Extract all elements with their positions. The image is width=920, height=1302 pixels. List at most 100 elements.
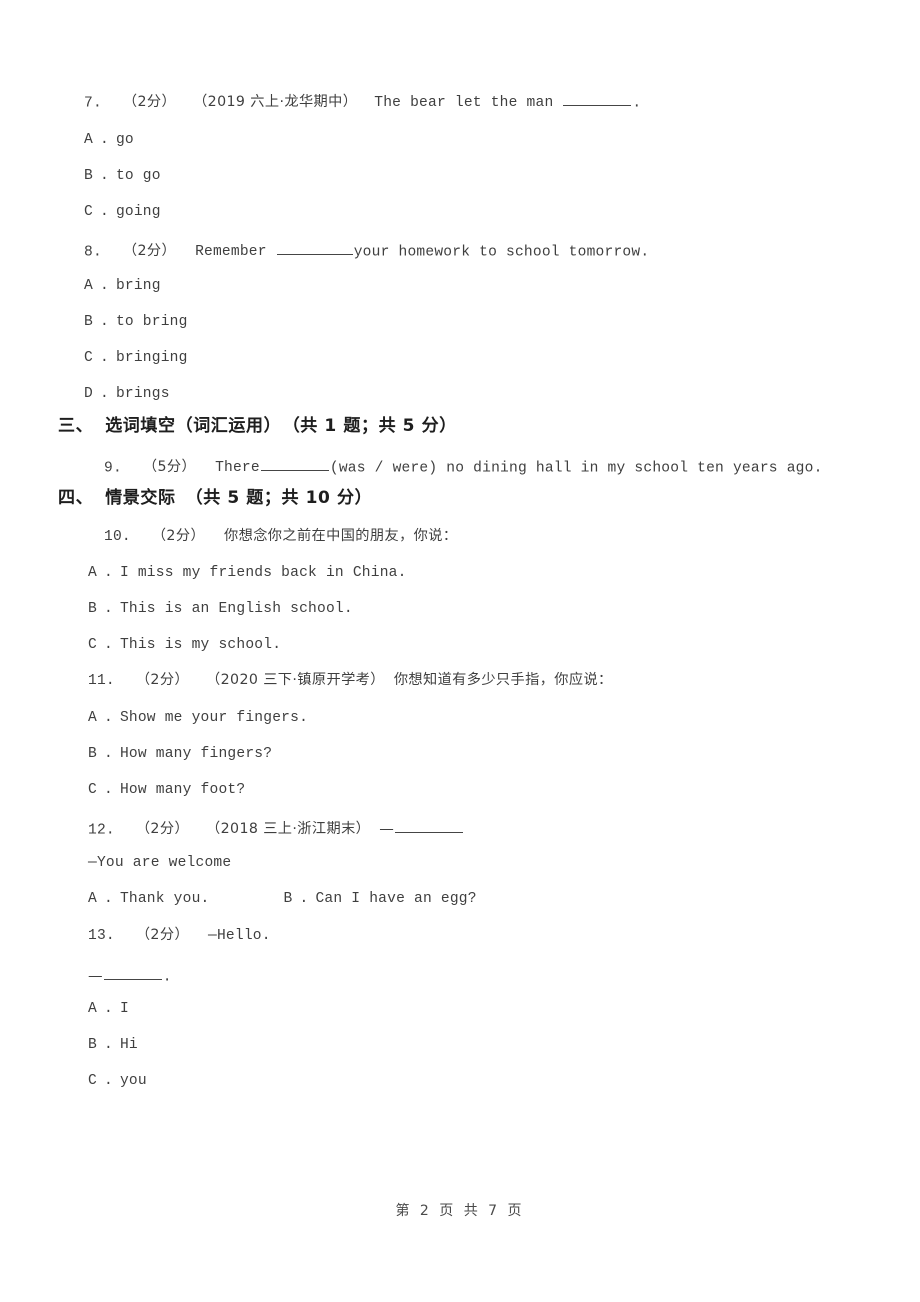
question-13-blank	[103, 966, 162, 981]
option-text: I miss my friends back in China.	[119, 565, 407, 581]
option-text: How many fingers?	[119, 746, 273, 762]
question-9-stem: 9. （5分） There (was / were) no dining hall…	[104, 457, 823, 476]
question-13-stem-text: —Hello.	[208, 928, 271, 944]
question-10-points: （2分）	[151, 528, 206, 544]
question-9-stem-tail: (was / were) no dining hall in my school…	[329, 460, 823, 477]
question-11-stem: 11. （2分） （2020 三下·镇原开学考） 你想知道有多少只手指，你应说：	[88, 673, 613, 689]
question-7-points: （2分）	[122, 94, 177, 111]
question-7-option-a[interactable]: A. go	[84, 133, 134, 148]
question-12-option-a[interactable]: A. Thank you.	[88, 891, 210, 907]
question-8-stem: 8. （2分） Remember your homework to school…	[84, 241, 649, 260]
option-label: C	[84, 350, 93, 366]
document-page: 7. （2分） （2019 六上·龙华期中） The bear let the …	[0, 0, 920, 1302]
option-label: C	[88, 637, 97, 653]
option-label: A	[84, 278, 93, 294]
option-text: bringing	[115, 350, 188, 366]
option-label: A	[88, 710, 97, 726]
question-11-number: 11.	[88, 673, 115, 689]
question-8-blank	[276, 241, 353, 256]
question-11-points: （2分）	[135, 672, 190, 688]
option-text: Hi	[119, 1037, 138, 1053]
option-text: to go	[115, 168, 161, 184]
option-text: going	[115, 204, 161, 220]
option-label: A	[88, 1001, 97, 1017]
question-11-option-b[interactable]: B. How many fingers?	[88, 747, 272, 762]
question-9-blank	[260, 457, 329, 472]
option-text: to bring	[115, 314, 188, 330]
option-label: B	[88, 746, 97, 762]
question-12-option-b[interactable]: B. Can I have an egg?	[284, 892, 477, 907]
question-13-option-a[interactable]: A.I	[88, 1002, 129, 1017]
option-text: Show me your fingers.	[119, 710, 309, 726]
question-12-dash: —	[379, 820, 395, 838]
question-10-option-b[interactable]: B. This is an English school.	[88, 602, 353, 617]
section-3-title: 选词填空（词汇运用）	[105, 416, 282, 436]
question-13-reply: —.	[88, 966, 172, 985]
question-10-stem: 10. （2分） 你想念你之前在中国的朋友，你说：	[104, 529, 457, 545]
question-13-option-b[interactable]: B. Hi	[88, 1038, 138, 1053]
question-13-reply-tail: .	[162, 969, 172, 986]
section-3-meta: （共 1 题；共 5 分）	[291, 416, 457, 436]
question-13-stem: 13. （2分） —Hello.	[88, 928, 271, 944]
option-text: bring	[115, 278, 161, 294]
option-text: This is an English school.	[119, 601, 353, 617]
question-13-number: 13.	[88, 928, 115, 944]
question-7-stem-text: The bear let the man	[374, 95, 554, 112]
section-3-number: 三、	[58, 416, 94, 436]
question-7-stem-tail: .	[632, 95, 642, 112]
option-label: A	[88, 891, 97, 907]
question-7-option-c[interactable]: C. going	[84, 205, 161, 220]
section-4-number: 四、	[58, 488, 94, 508]
question-8-option-c[interactable]: C. bringing	[84, 351, 188, 366]
question-12-number: 12.	[88, 822, 115, 839]
question-13-reply-dash: —	[88, 967, 103, 985]
option-label: B	[283, 891, 293, 907]
option-text: Can I have an egg?	[315, 891, 477, 907]
option-text: go	[115, 132, 134, 148]
question-8-points: （2分）	[122, 243, 177, 260]
question-8-stem-text: Remember	[195, 244, 267, 261]
option-text: Thank you.	[119, 891, 210, 907]
option-label: B	[84, 168, 93, 184]
question-11-option-c[interactable]: C. How many foot?	[88, 783, 245, 798]
option-text: This is my school.	[119, 637, 282, 653]
option-label: A	[84, 132, 93, 148]
question-10-option-a[interactable]: A.I miss my friends back in China.	[88, 566, 407, 581]
option-label: B	[88, 601, 97, 617]
question-8-stem-tail: your homework to school tomorrow.	[353, 244, 650, 261]
option-label: D	[84, 386, 93, 402]
question-12-blank	[395, 819, 464, 834]
option-label: B	[88, 1037, 97, 1053]
question-11-option-a[interactable]: A. Show me your fingers.	[88, 711, 308, 726]
question-13-option-c[interactable]: C. you	[88, 1074, 147, 1089]
question-11-source: （2020 三下·镇原开学考）	[206, 672, 385, 688]
question-12-source: （2018 三上·浙江期末）	[206, 821, 371, 838]
question-12-points: （2分）	[135, 821, 190, 838]
question-10-option-c[interactable]: C. This is my school.	[88, 638, 281, 653]
option-label: C	[88, 782, 97, 798]
section-heading-4: 四、 情景交际 （共 5 题；共 10 分）	[58, 490, 372, 507]
question-7-blank	[563, 92, 632, 107]
question-9-number: 9.	[104, 460, 122, 477]
question-13-points: （2分）	[135, 927, 190, 943]
question-12-options[interactable]: A. Thank you. B. Can I have an egg?	[88, 892, 477, 907]
question-12-reply-text: —You are welcome	[88, 855, 232, 871]
question-8-option-b[interactable]: B. to bring	[84, 315, 188, 330]
question-9-stem-text: There	[215, 460, 260, 477]
question-12-stem: 12. （2分） （2018 三上·浙江期末） —	[88, 819, 464, 838]
question-8-option-a[interactable]: A. bring	[84, 279, 161, 294]
option-text: I	[119, 1001, 129, 1017]
section-heading-3: 三、 选词填空（词汇运用） （共 1 题；共 5 分）	[58, 418, 457, 435]
question-11-stem-text: 你想知道有多少只手指，你应说：	[393, 672, 613, 688]
question-8-number: 8.	[84, 244, 102, 261]
question-7-option-b[interactable]: B. to go	[84, 169, 161, 184]
option-label: A	[88, 565, 97, 581]
question-8-option-d[interactable]: D. brings	[84, 387, 170, 402]
question-7-number: 7.	[84, 95, 102, 112]
option-label: C	[84, 204, 93, 220]
option-text: How many foot?	[119, 782, 246, 798]
option-label: B	[84, 314, 93, 330]
question-10-stem-text: 你想念你之前在中国的朋友，你说：	[224, 528, 458, 544]
question-7-stem: 7. （2分） （2019 六上·龙华期中） The bear let the …	[84, 92, 641, 111]
question-12-reply: —You are welcome	[88, 856, 231, 871]
